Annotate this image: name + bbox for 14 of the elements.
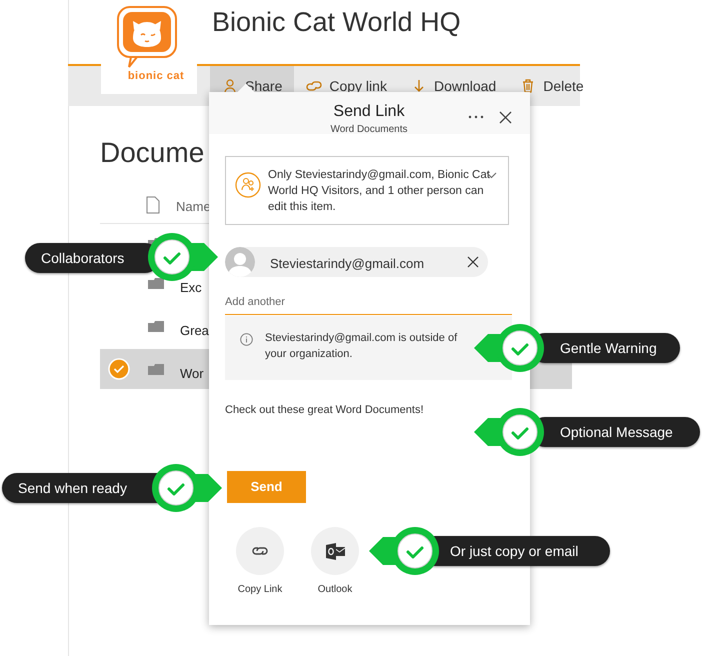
column-header: Name	[176, 198, 211, 216]
recipient-email: Steviestarindy@gmail.com	[270, 255, 424, 273]
page-heading: Docume	[100, 136, 204, 170]
share-option-label: Copy Link	[238, 583, 282, 597]
site-title: Bionic Cat World HQ	[212, 6, 461, 39]
dialog-subtitle: Word Documents	[329, 123, 409, 137]
logo-text: bionic cat	[128, 69, 184, 84]
file-name: Wor	[180, 365, 204, 383]
dialog-title: Send Link	[332, 102, 406, 122]
file-name: Grea	[180, 322, 209, 340]
warning-text: Steviestarindy@gmail.com is outside of your organization.	[265, 331, 458, 362]
file-name: Exc	[180, 279, 202, 297]
permission-text: Only Steviestarindy@gmail.com, Bionic Cat World HQ Visitors, and 1 other person can edit this item.	[268, 168, 490, 215]
share-option-label: Outlook	[318, 583, 352, 597]
